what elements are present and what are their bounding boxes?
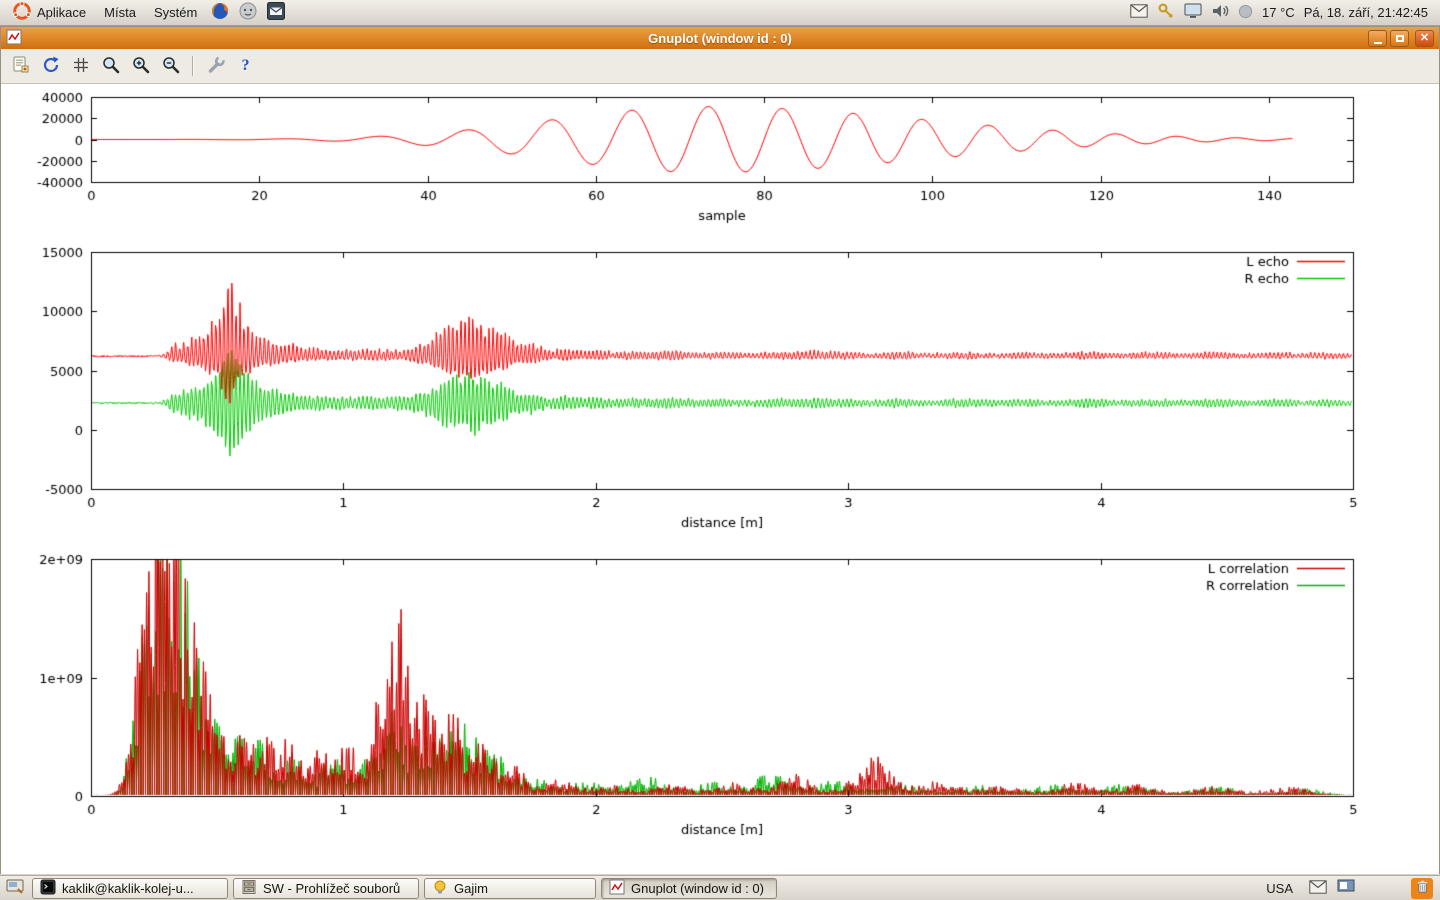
taskbar-item-file-manager[interactable]: SW - Prohlížeč souborů bbox=[233, 878, 419, 899]
wrench-icon bbox=[206, 55, 226, 78]
mail-notifier-icon[interactable] bbox=[1309, 880, 1327, 897]
plot-client-area bbox=[1, 84, 1439, 874]
menu-applications[interactable]: Aplikace bbox=[4, 0, 94, 26]
copy-plot-button[interactable] bbox=[7, 53, 34, 80]
menu-places-label: Místa bbox=[104, 5, 136, 20]
close-button[interactable]: ✕ bbox=[1415, 30, 1434, 47]
titlebar[interactable]: Gnuplot (window id : 0) ✕ bbox=[1, 27, 1439, 49]
copy-plot-icon bbox=[11, 55, 31, 78]
taskbar: kaklik@kaklik-kolej-u... SW - Prohlížeč … bbox=[0, 875, 1440, 900]
configure-button[interactable] bbox=[202, 53, 229, 80]
firefox-launcher[interactable] bbox=[207, 1, 233, 25]
minimize-icon bbox=[1374, 42, 1382, 44]
taskbar-item-label: SW - Prohlížeč souborů bbox=[263, 881, 400, 896]
help-button[interactable]: ? bbox=[232, 53, 259, 80]
taskbar-right-area: USA bbox=[1260, 878, 1437, 899]
zoom-previous-button[interactable] bbox=[97, 53, 124, 80]
file-manager-icon bbox=[241, 879, 257, 898]
window-controls: ✕ bbox=[1368, 30, 1434, 47]
mail-status-icon[interactable] bbox=[1130, 4, 1148, 21]
taskbar-item-label: Gnuplot (window id : 0) bbox=[631, 881, 764, 896]
show-desktop-button[interactable] bbox=[3, 878, 27, 899]
terminal-icon bbox=[40, 879, 56, 898]
volume-icon[interactable] bbox=[1211, 3, 1229, 22]
window-title: Gnuplot (window id : 0) bbox=[1, 31, 1439, 46]
toolbar-separator bbox=[192, 56, 194, 76]
taskbar-item-label: Gajim bbox=[454, 881, 488, 896]
temperature-label[interactable]: 17 °C bbox=[1262, 5, 1295, 20]
autoscale-icon bbox=[161, 55, 181, 78]
menu-system-label: Systém bbox=[154, 5, 197, 20]
mail-client-icon bbox=[266, 1, 286, 24]
taskbar-item-gnuplot[interactable]: Gnuplot (window id : 0) bbox=[601, 878, 777, 899]
clock[interactable]: Pá, 18. září, 21:42:45 bbox=[1304, 5, 1428, 20]
messenger-launcher[interactable] bbox=[235, 1, 261, 25]
show-desktop-icon bbox=[6, 879, 24, 898]
trash-icon bbox=[1415, 879, 1430, 897]
menu-places[interactable]: Místa bbox=[96, 3, 144, 22]
autoscale-button[interactable] bbox=[157, 53, 184, 80]
ubuntu-logo-icon bbox=[12, 1, 32, 24]
panel-status-area: 17 °C Pá, 18. září, 21:42:45 bbox=[1130, 2, 1436, 23]
display-icon[interactable] bbox=[1184, 3, 1202, 22]
taskbar-item-gajim[interactable]: Gajim bbox=[424, 878, 596, 899]
top-panel: Aplikace Místa Systém bbox=[0, 0, 1440, 26]
minimize-button[interactable] bbox=[1368, 30, 1387, 47]
mail-client-launcher[interactable] bbox=[263, 1, 289, 25]
taskbar-item-terminal[interactable]: kaklik@kaklik-kolej-u... bbox=[32, 878, 228, 899]
firefox-icon bbox=[210, 1, 230, 24]
close-icon: ✕ bbox=[1420, 33, 1429, 44]
menu-system[interactable]: Systém bbox=[146, 3, 205, 22]
zoom-next-button[interactable] bbox=[127, 53, 154, 80]
window-toolbar: ? bbox=[1, 49, 1439, 84]
gnuplot-icon bbox=[609, 879, 625, 898]
replot-button[interactable] bbox=[37, 53, 64, 80]
menu-applications-label: Aplikace bbox=[37, 5, 86, 20]
workspace-icon[interactable] bbox=[1337, 879, 1355, 897]
maximize-icon bbox=[1396, 35, 1404, 42]
gajim-icon bbox=[432, 879, 448, 898]
maximize-button[interactable] bbox=[1390, 30, 1409, 47]
toggle-grid-button[interactable] bbox=[67, 53, 94, 80]
gnuplot-window: Gnuplot (window id : 0) ✕ bbox=[0, 26, 1440, 874]
grid-icon bbox=[71, 55, 91, 78]
keyring-icon[interactable] bbox=[1157, 2, 1175, 23]
keyboard-layout-indicator[interactable]: USA bbox=[1260, 879, 1299, 898]
taskbar-item-label: kaklik@kaklik-kolej-u... bbox=[62, 881, 194, 896]
desktop: Aplikace Místa Systém bbox=[0, 0, 1440, 900]
weather-icon[interactable] bbox=[1238, 4, 1253, 22]
messenger-icon bbox=[238, 1, 258, 24]
help-icon: ? bbox=[242, 57, 250, 75]
zoom-previous-icon bbox=[101, 55, 121, 78]
gnuplot-canvas[interactable] bbox=[1, 84, 1439, 874]
trash-applet[interactable] bbox=[1411, 878, 1433, 899]
replot-icon bbox=[41, 55, 61, 78]
zoom-next-icon bbox=[131, 55, 151, 78]
